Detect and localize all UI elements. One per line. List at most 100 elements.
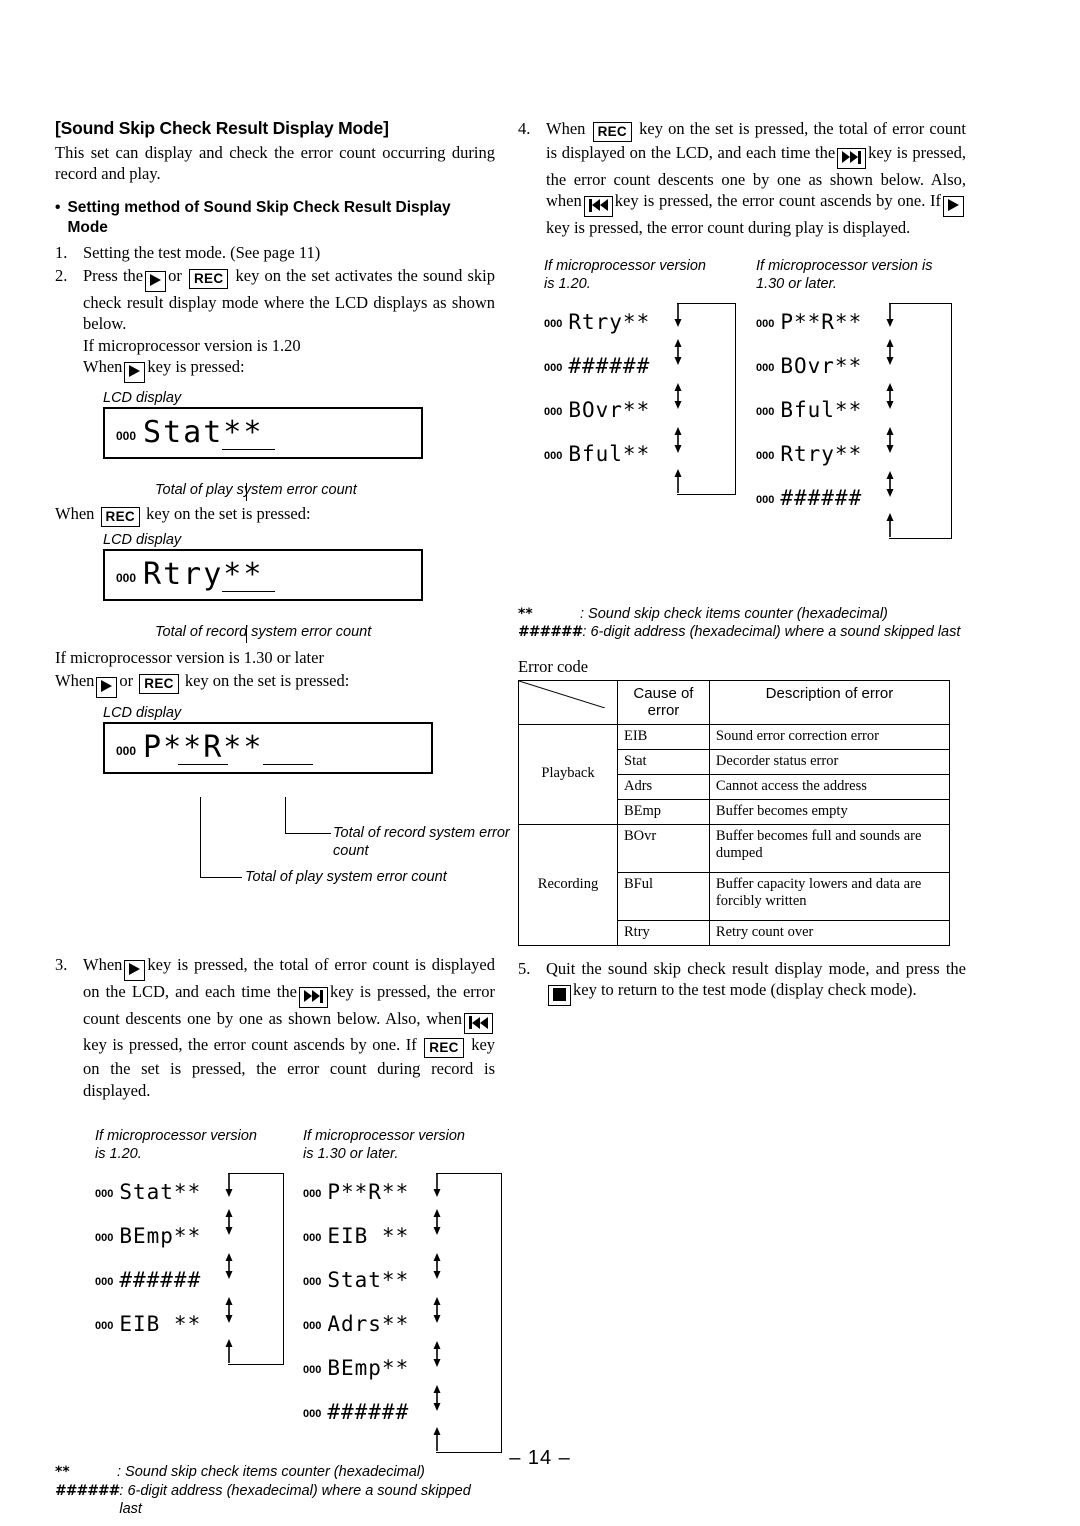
table-group-playback: Playback: [518, 723, 618, 825]
lcd-display-3: 000 P**R**: [103, 721, 433, 774]
table-row: Recording BOvr Buffer becomes full and s…: [518, 823, 951, 946]
step-2-part1: Press the: [83, 265, 144, 285]
table-corner-cell: [518, 679, 618, 725]
flow-item-text: ######: [568, 353, 651, 378]
flow-item: 000 Stat**: [303, 1269, 503, 1299]
flow-item: 000 P**R**: [303, 1181, 503, 1211]
step-2-when-post: key is pressed:: [147, 357, 245, 377]
flow-item: 000 BEmp**: [303, 1357, 503, 1387]
rec-key-icon: REC: [189, 268, 229, 289]
step-5-text: Quit the sound skip check result display…: [546, 958, 966, 1007]
lcd-2-leader-line: [246, 625, 247, 644]
step-3: 3. When key is pressed, the total of erro…: [55, 954, 495, 1102]
step-1-text: Setting the test mode. (See page 11): [83, 243, 321, 262]
manual-page: [Sound Skip Check Result Display Mode] T…: [0, 0, 1080, 1526]
flow-item-zeros: 000: [95, 1232, 114, 1245]
table-cell-cause: EIB: [617, 723, 710, 750]
footnote-symbol: ######: [518, 624, 583, 641]
lcd-2-underline: [222, 591, 275, 593]
step-4-number: 4.: [518, 119, 531, 138]
table-cell-cause: Rtry: [617, 919, 710, 946]
lcd-1-text: Stat**: [143, 415, 264, 451]
step-3-text: When key is pressed, the total of error c…: [83, 954, 495, 1102]
lcd-3-leader-play-h: [200, 876, 242, 878]
flow-item-zeros: 000: [303, 1408, 322, 1421]
play-key-icon: [96, 676, 118, 698]
flow-item: 000 Bful**: [544, 443, 734, 473]
flow-120-left: 000 Stat** 000 BEmp** 000 ###### 000 EIB…: [95, 1173, 285, 1366]
lcd-display-caption: LCD display: [103, 390, 182, 407]
table-cell-desc: Decorder status error: [708, 748, 951, 775]
play-key-icon: [145, 270, 167, 292]
step-3-number: 3.: [55, 954, 68, 974]
flow-item-zeros: 000: [756, 405, 775, 418]
flow-item-zeros: 000: [303, 1232, 322, 1245]
right-column: 4. When REC key on the set is pressed, t…: [518, 118, 966, 1007]
lcd-2-note: Total of record system error count: [155, 624, 372, 641]
next-track-key-icon: [298, 986, 328, 1008]
footnote-asterisk: ** : Sound skip check items counter (hex…: [518, 605, 966, 624]
rec-press-pre: When: [55, 504, 95, 524]
footnote-hash: ###### : 6-digit address (hexadecimal) w…: [518, 623, 966, 642]
step-3-t4: key is pressed, the error count ascends …: [83, 1035, 417, 1055]
lcd-display-2: 000 Rtry**: [103, 549, 423, 602]
lcd-2-text: Rtry**: [143, 557, 264, 593]
play-key-icon: [124, 959, 146, 981]
flow-item: 000 P**R**: [756, 311, 956, 341]
when-130-line: When or REC key on the set is pressed:: [55, 670, 495, 698]
flow-diagrams-right: If microprocessor version is 1.20. If mi…: [518, 257, 966, 557]
lcd-display-1: 000 Stat**: [103, 407, 423, 460]
lcd-1-leader-line: [246, 483, 247, 502]
when-130-pre: When: [55, 671, 95, 691]
steps-list-left-2: 3. When key is pressed, the total of erro…: [55, 954, 495, 1102]
steps-list-right: 4. When REC key on the set is pressed, t…: [518, 118, 966, 239]
step-5-t1: Quit the sound skip check result display…: [546, 958, 966, 978]
rec-press-line: When REC key on the set is pressed:: [55, 503, 495, 528]
footnote-symbol: **: [518, 605, 533, 622]
step-2-text: Press the or REC key on the set activates…: [83, 265, 495, 384]
flow-item-text: Stat**: [119, 1180, 202, 1205]
step-2-number: 2.: [55, 265, 68, 285]
table-row: Playback EIB Sound error correction erro…: [518, 723, 951, 825]
step-4-t4: key is pressed, the error count ascends …: [614, 191, 941, 211]
when-130-post: key on the set is pressed:: [184, 671, 350, 691]
lcd-3-underline-record: [263, 763, 313, 765]
footnote-desc: : 6-digit address (hexadecimal) where a …: [582, 624, 961, 641]
flow-item-zeros: 000: [95, 1276, 114, 1289]
error-code-table: Cause of error Description of error Play…: [518, 679, 951, 946]
table-cell-cause: BOvr: [617, 823, 710, 873]
flow-item-text: BEmp**: [327, 1356, 410, 1381]
table-cell-desc: Buffer becomes full and sounds are dumpe…: [708, 823, 951, 873]
flow-item-text: P**R**: [327, 1180, 410, 1205]
flow-caption-120: If microprocessor version is 1.20.: [544, 257, 706, 292]
left-column: [Sound Skip Check Result Display Mode] T…: [55, 118, 510, 1519]
flow-130-right: 000 P**R** 000 BOvr** 000 Bful** 000 Rtr…: [756, 302, 956, 539]
footnotes-right: ** : Sound skip check items counter (hex…: [518, 605, 966, 642]
bullet-heading-label: Setting method of Sound Skip Check Resul…: [67, 199, 451, 236]
play-key-icon: [943, 196, 964, 218]
table-group-recording: Recording: [518, 823, 618, 946]
footnote-desc: : 6-digit address (hexadecimal) where a …: [119, 1482, 471, 1518]
lcd-1-note: Total of play system error count: [155, 482, 357, 499]
intro-paragraph: This set can display and check the error…: [55, 143, 495, 183]
flow-item: 000 EIB **: [95, 1313, 285, 1343]
footnote-hash: ###### : 6-digit address (hexadecimal) w…: [55, 1482, 495, 1519]
flow-120-right: 000 Rtry** 000 ###### 000 BOvr** 000 Bfu…: [544, 302, 736, 495]
flow-item-text: ######: [119, 1268, 202, 1293]
flow-item-text: Rtry**: [780, 441, 863, 466]
lcd-3-zeros: 000: [116, 743, 137, 758]
steps-list-right-2: 5. Quit the sound skip check result disp…: [518, 958, 966, 1007]
step-2-when-pre: When: [83, 357, 123, 377]
step-3-t1: When: [83, 954, 123, 974]
diagonal-divider-icon: [519, 680, 605, 708]
step-4-t5: key is pressed, the error count during p…: [546, 218, 911, 238]
step-1: 1. Setting the test mode. (See page 11): [55, 242, 495, 264]
step-2: 2. Press the or REC key on the set activa…: [55, 265, 495, 384]
flow-item-zeros: 000: [303, 1320, 322, 1333]
flow-item: 000 ######: [95, 1269, 285, 1299]
when-130-or: or: [119, 671, 134, 691]
page-number: – 14 –: [509, 1447, 571, 1469]
footnotes-left: ** : Sound skip check items counter (hex…: [55, 1463, 495, 1519]
flow-item: 000 EIB **: [303, 1225, 503, 1255]
lcd-group-2: LCD display 000 Rtry** Total of record s…: [103, 531, 495, 644]
